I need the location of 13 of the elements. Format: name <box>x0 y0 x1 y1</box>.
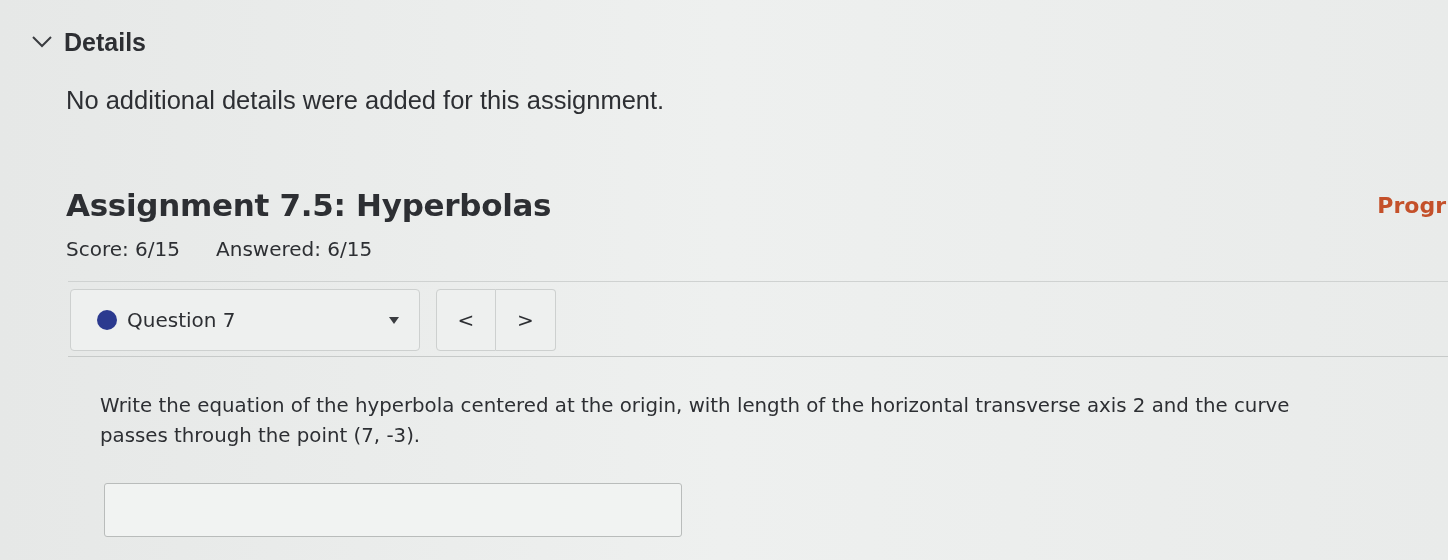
assignment-title: Assignment 7.5: Hyperbolas <box>66 187 552 223</box>
dropdown-caret-icon <box>389 316 399 324</box>
question-select[interactable]: Question 7 <box>70 289 420 351</box>
score-text: Score: 6/15 <box>66 237 181 261</box>
next-button[interactable]: > <box>496 289 556 351</box>
previous-button[interactable]: < <box>436 289 496 351</box>
details-heading[interactable]: Details <box>64 27 146 57</box>
answered-text: Answered: 6/15 <box>216 237 373 261</box>
question-text: Write the equation of the hyperbola centered at the origin, with length of the horizontal transverse axis 2 and the curve passes through the point (7, -3). <box>100 393 1291 449</box>
progress-link[interactable]: Progr <box>1377 192 1446 218</box>
answer-field[interactable] <box>104 483 682 537</box>
details-text: No additional details were added for this assignment. <box>66 86 666 115</box>
chevron-down-icon[interactable] <box>32 36 52 48</box>
